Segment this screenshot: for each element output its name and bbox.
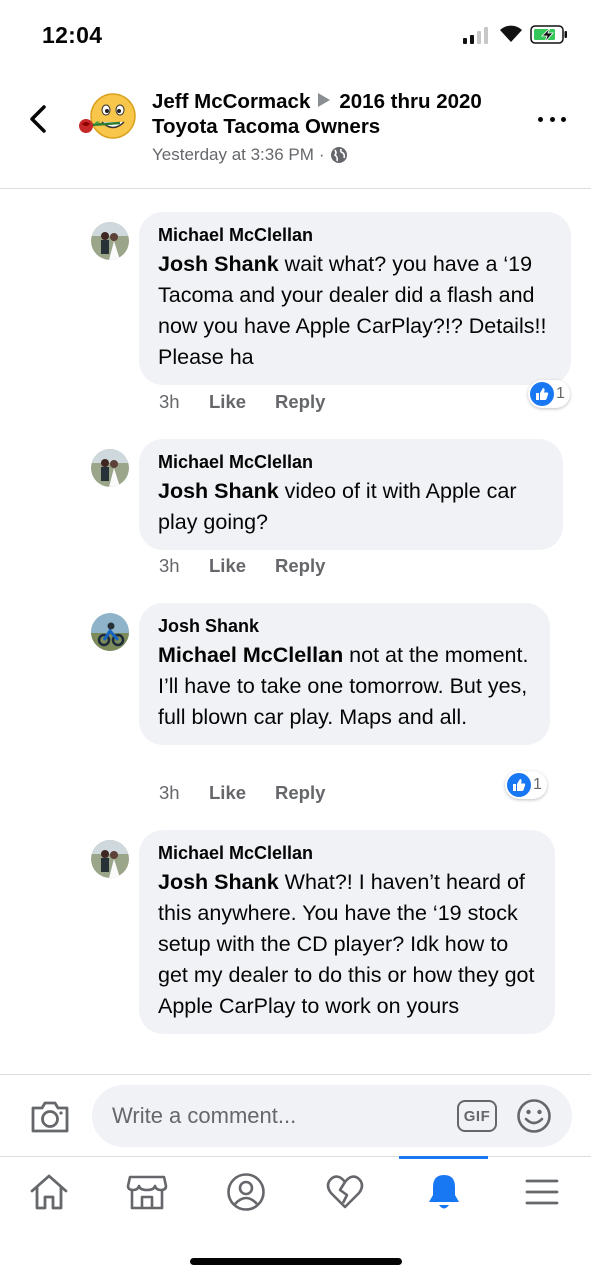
author-name[interactable]: Jeff McCormack <box>152 90 310 113</box>
active-tab-indicator <box>399 1156 488 1159</box>
comment-author[interactable]: Josh Shank <box>158 615 530 637</box>
comment-text: Josh Shank video of it with Apple car pl… <box>158 476 543 538</box>
smiley-icon <box>517 1099 551 1133</box>
signal-strength-icon <box>463 26 488 44</box>
profile-icon <box>227 1173 265 1211</box>
comment-time[interactable]: 3h <box>159 391 209 413</box>
reaction-count: 1 <box>556 385 565 402</box>
camera-icon <box>31 1101 69 1133</box>
emoji-with-rose-icon <box>76 87 140 151</box>
status-time: 12:04 <box>42 22 103 48</box>
globe-icon <box>330 147 347 163</box>
post-title: Jeff McCormack 2016 thru 2020 Toyota Taco… <box>152 89 512 139</box>
mention-link[interactable]: Michael McClellan <box>158 643 343 667</box>
post-timestamp[interactable]: Yesterday at 3:36 PM <box>152 145 314 165</box>
avatar-motorcycle-photo-icon <box>91 613 129 651</box>
like-button[interactable]: Like <box>209 555 275 577</box>
comment-actions: 3h Like Reply <box>159 782 325 804</box>
commenter-avatar[interactable] <box>91 613 129 651</box>
commenter-avatar[interactable] <box>91 222 129 260</box>
avatar-photo-icon <box>91 449 129 487</box>
comment-actions: 3h Like Reply <box>159 391 325 413</box>
tab-dating[interactable] <box>315 1167 375 1217</box>
marketplace-icon <box>126 1175 168 1210</box>
commenter-avatar[interactable] <box>91 449 129 487</box>
comment-actions: 3h Like Reply <box>159 555 325 577</box>
reply-button[interactable]: Reply <box>275 782 325 804</box>
notifications-bell-icon <box>429 1175 459 1209</box>
comment-bubble[interactable]: Michael McClellan Josh Shank wait what? … <box>139 212 571 385</box>
more-dot-icon <box>538 116 543 122</box>
more-dot-icon <box>549 116 555 122</box>
like-button[interactable]: Like <box>209 391 275 413</box>
chevron-left-icon <box>30 105 46 133</box>
battery-charging-icon <box>530 25 567 44</box>
author-avatar[interactable] <box>76 87 140 151</box>
comment-author[interactable]: Michael McClellan <box>158 224 551 246</box>
meta-separator: · <box>318 145 325 164</box>
home-icon <box>30 1174 68 1210</box>
mention-link[interactable]: Josh Shank <box>158 870 279 894</box>
like-reaction-icon <box>530 382 554 406</box>
commenter-avatar[interactable] <box>91 840 129 878</box>
more-dot-icon <box>561 116 566 122</box>
home-indicator <box>190 1258 402 1265</box>
comment-author[interactable]: Michael McClellan <box>158 842 535 864</box>
like-reaction-icon <box>507 773 531 797</box>
tab-notifications[interactable] <box>414 1167 474 1217</box>
avatar-photo-icon <box>91 840 129 878</box>
post-meta: Yesterday at 3:36 PM · <box>152 145 348 165</box>
camera-button[interactable] <box>30 1100 70 1134</box>
tab-marketplace[interactable] <box>117 1167 177 1217</box>
reply-button[interactable]: Reply <box>275 555 325 577</box>
like-button[interactable]: Like <box>209 782 275 804</box>
reaction-badge[interactable]: 1 <box>528 380 570 408</box>
tab-profile[interactable] <box>216 1167 276 1217</box>
comment-time[interactable]: 3h <box>159 782 209 804</box>
emoji-button[interactable] <box>516 1098 552 1134</box>
comment-author[interactable]: Michael McClellan <box>158 451 543 473</box>
comment-composer: GIF <box>0 1074 591 1156</box>
mention-link[interactable]: Josh Shank <box>158 252 279 276</box>
mention-link[interactable]: Josh Shank <box>158 479 279 503</box>
gif-button[interactable]: GIF <box>457 1100 497 1132</box>
avatar-photo-icon <box>91 222 129 260</box>
wifi-icon <box>500 25 522 42</box>
post-header: Jeff McCormack 2016 thru 2020 Toyota Taco… <box>0 75 591 189</box>
menu-icon <box>525 1179 559 1205</box>
back-button[interactable] <box>22 101 54 137</box>
dating-heart-icon <box>326 1175 364 1209</box>
comment-bubble[interactable]: Michael McClellan Josh Shank video of it… <box>139 439 563 550</box>
comment-input[interactable] <box>92 1085 572 1147</box>
comment-bubble[interactable]: Michael McClellan Josh Shank What?! I ha… <box>139 830 555 1034</box>
arrow-right-icon <box>318 93 331 107</box>
comment-text: Josh Shank What?! I haven’t heard of thi… <box>158 867 535 1022</box>
more-options-button[interactable] <box>538 113 566 125</box>
comment-time[interactable]: 3h <box>159 555 209 577</box>
reaction-count: 1 <box>533 776 542 793</box>
reply-button[interactable]: Reply <box>275 391 325 413</box>
tab-home[interactable] <box>19 1167 79 1217</box>
tab-menu[interactable] <box>512 1167 572 1217</box>
reaction-badge[interactable]: 1 <box>505 771 547 799</box>
status-bar: 12:04 <box>0 0 591 70</box>
comment-bubble[interactable]: Josh Shank Michael McClellan not at the … <box>139 603 550 745</box>
comment-text: Michael McClellan not at the moment. I’l… <box>158 640 530 733</box>
comment-text: Josh Shank wait what? you have a ‘19 Tac… <box>158 249 551 373</box>
